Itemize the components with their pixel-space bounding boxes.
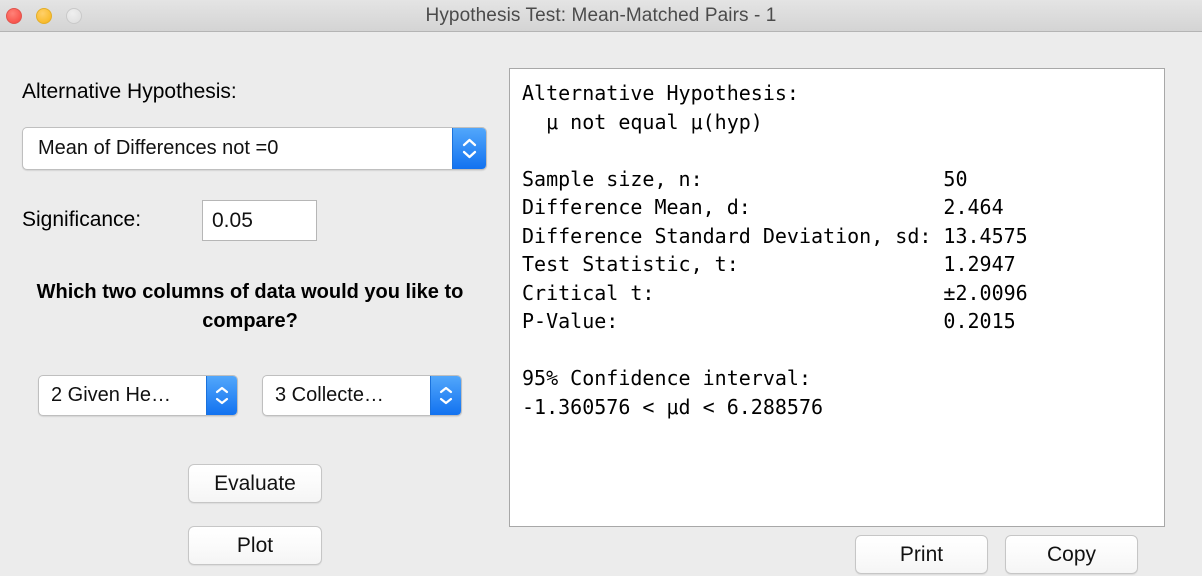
alternative-hypothesis-selected-value: Mean of Differences not =0 (38, 137, 279, 159)
copy-button[interactable]: Copy (1005, 535, 1138, 574)
title-bar: Hypothesis Test: Mean-Matched Pairs - 1 (0, 0, 1202, 32)
stepper-arrows-icon[interactable] (452, 128, 486, 169)
stepper-arrows-icon[interactable] (206, 376, 237, 415)
column-1-select[interactable]: 2 Given He… (38, 375, 238, 416)
results-output-text: Alternative Hypothesis: μ not equal μ(hy… (522, 81, 1028, 419)
stepper-arrows-icon[interactable] (430, 376, 461, 415)
column-1-selected-value: 2 Given He… (51, 384, 172, 406)
app-window: Hypothesis Test: Mean-Matched Pairs - 1 … (0, 0, 1202, 576)
results-text-area[interactable]: Alternative Hypothesis: μ not equal μ(hy… (509, 68, 1165, 527)
significance-label: Significance: (22, 208, 142, 231)
compare-columns-question: Which two columns of data would you like… (36, 281, 464, 332)
print-button[interactable]: Print (855, 535, 988, 574)
evaluate-button[interactable]: Evaluate (188, 464, 322, 503)
alternative-hypothesis-select[interactable]: Mean of Differences not =0 (22, 127, 487, 170)
significance-input[interactable] (202, 200, 317, 241)
plot-button[interactable]: Plot (188, 526, 322, 565)
column-2-select[interactable]: 3 Collecte… (262, 375, 462, 416)
window-title: Hypothesis Test: Mean-Matched Pairs - 1 (425, 5, 777, 26)
column-2-selected-value: 3 Collecte… (275, 384, 384, 406)
alternative-hypothesis-label: Alternative Hypothesis: (22, 80, 237, 103)
